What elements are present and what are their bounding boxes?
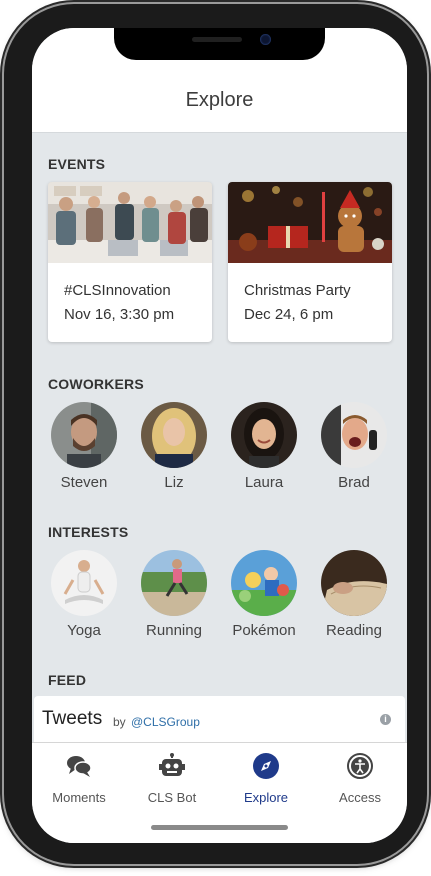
coworker-name: Steven <box>60 474 108 491</box>
interest-yoga[interactable]: Yoga <box>39 550 129 639</box>
interest-image <box>321 550 387 616</box>
tab-label: CLS Bot <box>147 790 197 805</box>
coworker-liz[interactable]: Liz <box>129 402 219 491</box>
event-title: #CLSInnovation <box>64 282 171 299</box>
home-indicator[interactable] <box>151 825 288 830</box>
event-card-clsinnovation[interactable]: #CLSInnovation Nov 16, 3:30 pm <box>48 182 212 342</box>
robot-icon <box>159 753 185 776</box>
interest-name: Running <box>146 622 202 639</box>
info-icon[interactable]: i <box>380 714 391 725</box>
interests-section-title: INTERESTS <box>48 524 129 540</box>
coworker-name: Brad <box>338 474 370 491</box>
event-image-christmas <box>228 182 392 263</box>
screen: Explore EVENTS #CLSInnovation Nov 16, 3:… <box>32 28 407 843</box>
power-button <box>427 200 431 284</box>
avatar <box>141 402 207 468</box>
tweets-heading: Tweets <box>42 708 103 729</box>
event-date: Nov 16, 3:30 pm <box>64 306 175 323</box>
coworker-laura[interactable]: Laura <box>219 402 309 491</box>
interest-name: Pokémon <box>232 622 296 639</box>
compass-icon <box>253 753 279 779</box>
chat-bubbles-icon <box>67 756 92 777</box>
interest-image <box>141 550 207 616</box>
page-title: Explore <box>185 89 254 111</box>
tab-label: Explore <box>243 790 289 805</box>
avatar <box>321 402 387 468</box>
interest-running[interactable]: Running <box>129 550 219 639</box>
event-date: Dec 24, 6 pm <box>244 306 334 323</box>
tab-bar: Moments CLS Bot Explore Access <box>32 742 407 843</box>
coworker-brad[interactable]: Brad <box>309 402 399 491</box>
feed-section-title: FEED <box>48 672 87 688</box>
event-card-christmas-party[interactable]: Christmas Party Dec 24, 6 pm <box>228 182 392 342</box>
interest-image <box>231 550 297 616</box>
interest-reading[interactable]: Reading <box>309 550 399 639</box>
interest-image <box>51 550 117 616</box>
phone-frame: Explore EVENTS #CLSInnovation Nov 16, 3:… <box>4 4 427 864</box>
coworker-name: Laura <box>244 474 284 491</box>
front-camera-icon <box>260 34 271 45</box>
twitter-handle-link[interactable]: @CLSGroup <box>131 715 200 729</box>
tab-access[interactable]: Access <box>315 753 405 805</box>
speaker-grille <box>192 37 242 42</box>
interest-name: Yoga <box>67 622 101 639</box>
tab-label: Access <box>339 790 381 805</box>
event-image-office-meeting <box>48 182 212 263</box>
interest-name: Reading <box>326 622 382 639</box>
coworkers-section-title: COWORKERS <box>48 376 144 392</box>
notch <box>114 28 325 60</box>
interest-pokemon[interactable]: Pokémon <box>219 550 309 639</box>
tab-explore[interactable]: Explore <box>221 753 311 805</box>
coworker-steven[interactable]: Steven <box>39 402 129 491</box>
avatar <box>231 402 297 468</box>
twitter-feed-widget[interactable]: Tweets by @CLSGroup i <box>34 696 405 742</box>
tab-label: Moments <box>52 790 106 805</box>
event-title: Christmas Party <box>244 282 351 299</box>
events-section-title: EVENTS <box>48 156 106 172</box>
avatar <box>51 402 117 468</box>
by-label: by <box>113 715 126 729</box>
accessibility-icon <box>347 753 373 779</box>
tab-moments[interactable]: Moments <box>34 753 124 805</box>
tab-cls-bot[interactable]: CLS Bot <box>127 753 217 805</box>
coworker-name: Liz <box>164 474 184 491</box>
